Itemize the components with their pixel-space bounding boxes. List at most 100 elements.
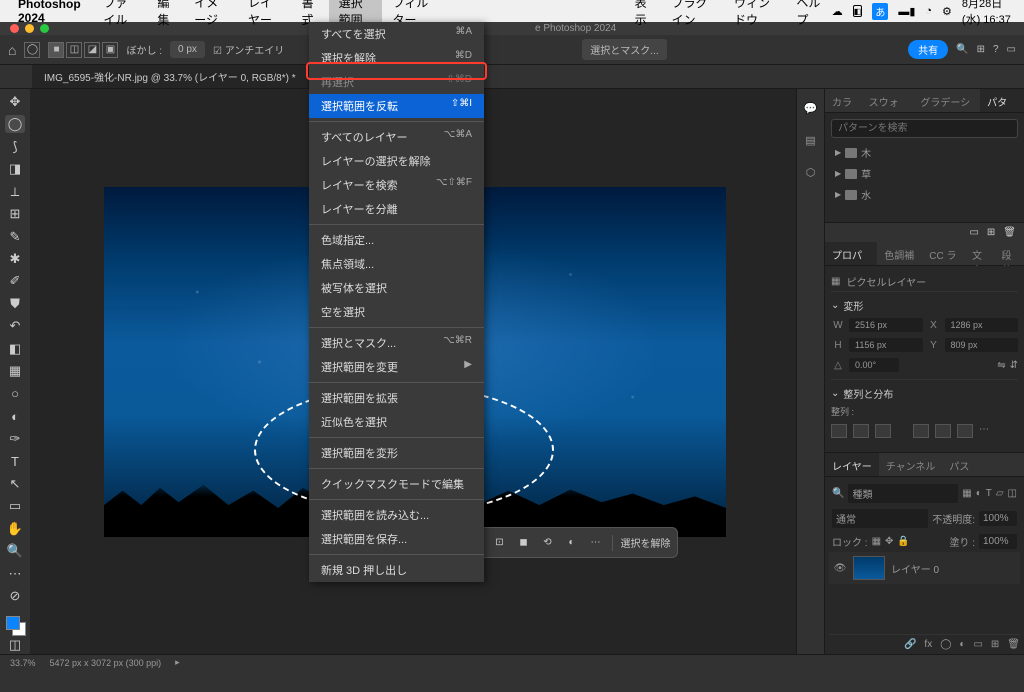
feather-value[interactable]: 0 px xyxy=(170,41,205,58)
menu-help[interactable]: ヘルプ xyxy=(786,0,831,31)
wifi-icon[interactable]: ◔ xyxy=(925,5,932,17)
subtract-selection[interactable]: ◪ xyxy=(84,42,100,58)
tab-patterns[interactable]: パターン xyxy=(980,89,1024,112)
delete-layer-icon[interactable]: 🗑 xyxy=(1007,639,1020,650)
hand-tool[interactable]: ✋ xyxy=(5,520,25,537)
gradient-tool[interactable]: ▦ xyxy=(5,363,25,380)
more-icon[interactable]: ⋯ xyxy=(588,535,604,551)
marquee-tool[interactable]: ◯ xyxy=(5,115,25,132)
menu-item[interactable]: 選択範囲を変更▶ xyxy=(309,355,484,379)
help-icon[interactable]: ? xyxy=(993,44,999,55)
tab-gradients[interactable]: グラデーション xyxy=(913,89,980,112)
align-hcenter[interactable] xyxy=(853,424,869,438)
group-icon[interactable]: ▭ xyxy=(973,639,982,650)
menu-item[interactable]: 選択範囲を読み込む... xyxy=(309,503,484,527)
lock-position-icon[interactable]: ✥ xyxy=(885,536,893,547)
comments-icon[interactable]: 💬 xyxy=(802,99,820,117)
menu-image[interactable]: イメージ xyxy=(184,0,238,31)
selection-tool[interactable]: ◨ xyxy=(5,160,25,177)
zoom-level[interactable]: 33.7% xyxy=(10,658,36,668)
menu-item[interactable]: 新規 3D 押し出し xyxy=(309,558,484,582)
align-more-icon[interactable]: ⋯ xyxy=(979,424,989,438)
flip-h-icon[interactable]: ⇋ xyxy=(997,360,1005,371)
menu-item[interactable]: レイヤーの選択を解除 xyxy=(309,149,484,173)
dodge-tool[interactable]: ◐ xyxy=(5,408,25,425)
menu-item[interactable]: 再選択⇧⌘D xyxy=(309,70,484,94)
menu-item[interactable]: レイヤーを検索⌥⇧⌘F xyxy=(309,173,484,197)
type-tool[interactable]: T xyxy=(5,453,25,470)
tab-paragraph[interactable]: 段落 xyxy=(995,242,1024,265)
menu-plugins[interactable]: プラグイン xyxy=(662,0,724,31)
history-brush-tool[interactable]: ↶ xyxy=(5,318,25,335)
menu-item[interactable]: すべてのレイヤー⌥⌘A xyxy=(309,125,484,149)
menu-item[interactable]: 近似色を選択 xyxy=(309,410,484,434)
tab-paths[interactable]: パス xyxy=(942,453,976,476)
adjust-icon[interactable]: ⊡ xyxy=(492,535,508,551)
move-tool[interactable]: ✥ xyxy=(5,93,25,110)
tab-swatches[interactable]: スウォッチ xyxy=(862,89,914,112)
rectangle-tool[interactable]: ▭ xyxy=(5,497,25,514)
workspace-icon[interactable]: ⊞ xyxy=(977,44,985,55)
pattern-search-input[interactable] xyxy=(831,119,1018,138)
eraser-tool[interactable]: ◧ xyxy=(5,340,25,357)
antialias-checkbox[interactable]: ☑ アンチエイリ xyxy=(213,42,284,57)
mask-icon[interactable]: ◯ xyxy=(940,639,951,650)
new-selection[interactable]: ■ xyxy=(48,42,64,58)
visibility-icon[interactable]: 👁 xyxy=(833,563,847,574)
angle-input[interactable]: 0.00° xyxy=(849,358,899,372)
link-layers-icon[interactable]: 🔗 xyxy=(904,639,916,650)
stamp-tool[interactable]: ⛊ xyxy=(5,295,25,312)
ime-icon[interactable]: あ xyxy=(872,3,888,20)
tab-color[interactable]: カラー xyxy=(825,89,862,112)
deselect-button[interactable]: 選択を解除 xyxy=(621,535,671,550)
lock-all-icon[interactable]: 🔒 xyxy=(897,536,909,547)
new-layer-icon[interactable]: ⊞ xyxy=(991,639,999,650)
clock[interactable]: 8月28日(水) 16:37 xyxy=(962,0,1016,27)
frame-tool[interactable]: ⊞ xyxy=(5,205,25,222)
cube-icon[interactable]: ⬡ xyxy=(802,163,820,181)
blur-tool[interactable]: ○ xyxy=(5,385,25,402)
brush-tool[interactable]: ✐ xyxy=(5,273,25,290)
invert-icon[interactable]: ◐ xyxy=(564,535,580,551)
trash-icon[interactable]: 🗑 xyxy=(1003,227,1016,238)
tab-adjustments[interactable]: 色調補正 xyxy=(877,242,922,265)
path-tool[interactable]: ↖ xyxy=(5,475,25,492)
lasso-tool[interactable]: ⟆ xyxy=(5,138,25,155)
intersect-selection[interactable]: ▣ xyxy=(102,42,118,58)
app-name[interactable]: Photoshop 2024 xyxy=(8,0,93,28)
align-right[interactable] xyxy=(875,424,891,438)
zoom-window[interactable] xyxy=(40,24,49,33)
tab-character[interactable]: 文字 xyxy=(965,242,994,265)
tool-preset[interactable]: ◯ xyxy=(24,42,40,58)
menu-item[interactable]: クイックマスクモードで編集 xyxy=(309,472,484,496)
width-input[interactable]: 2516 px xyxy=(849,318,923,332)
color-swatches[interactable] xyxy=(6,616,24,632)
tab-channels[interactable]: チャンネル xyxy=(879,453,943,476)
transform-icon[interactable]: ⟲ xyxy=(540,535,556,551)
spotlight-icon[interactable]: ◧ xyxy=(853,5,863,17)
layer-row[interactable]: 👁 レイヤー 0 xyxy=(829,552,1020,584)
new-item-icon[interactable]: ⊞ xyxy=(987,227,995,238)
share-button[interactable]: 共有 xyxy=(908,40,948,59)
quickmask-toggle[interactable]: ◫ xyxy=(5,637,25,654)
tree-node[interactable]: ▶木 xyxy=(831,142,1018,163)
fx-icon[interactable]: fx xyxy=(924,639,932,650)
opacity-input[interactable]: 100% xyxy=(979,511,1017,526)
filter-adjust-icon[interactable]: ◐ xyxy=(976,488,982,499)
new-folder-icon[interactable]: ▭ xyxy=(969,227,978,238)
eyedropper-tool[interactable]: ✎ xyxy=(5,228,25,245)
cloud-icon[interactable]: ☁ xyxy=(832,5,843,18)
layer-thumbnail[interactable] xyxy=(853,556,885,580)
align-top[interactable] xyxy=(913,424,929,438)
menu-item[interactable]: 色域指定... xyxy=(309,228,484,252)
pen-tool[interactable]: ✑ xyxy=(5,430,25,447)
layer-filter-kind[interactable]: 種類 xyxy=(848,484,958,503)
edit-toolbar[interactable]: ⋯ xyxy=(5,565,25,582)
tree-node[interactable]: ▶草 xyxy=(831,163,1018,184)
blend-mode[interactable]: 通常 xyxy=(832,509,928,528)
menu-item[interactable]: 選択範囲を反転⇧⌘I xyxy=(309,94,484,118)
add-selection[interactable]: ◫ xyxy=(66,42,82,58)
crop-tool[interactable]: ⟂ xyxy=(5,183,25,200)
search-icon[interactable]: 🔍 xyxy=(956,44,968,55)
tab-cclibs[interactable]: CC ライ xyxy=(922,242,965,265)
